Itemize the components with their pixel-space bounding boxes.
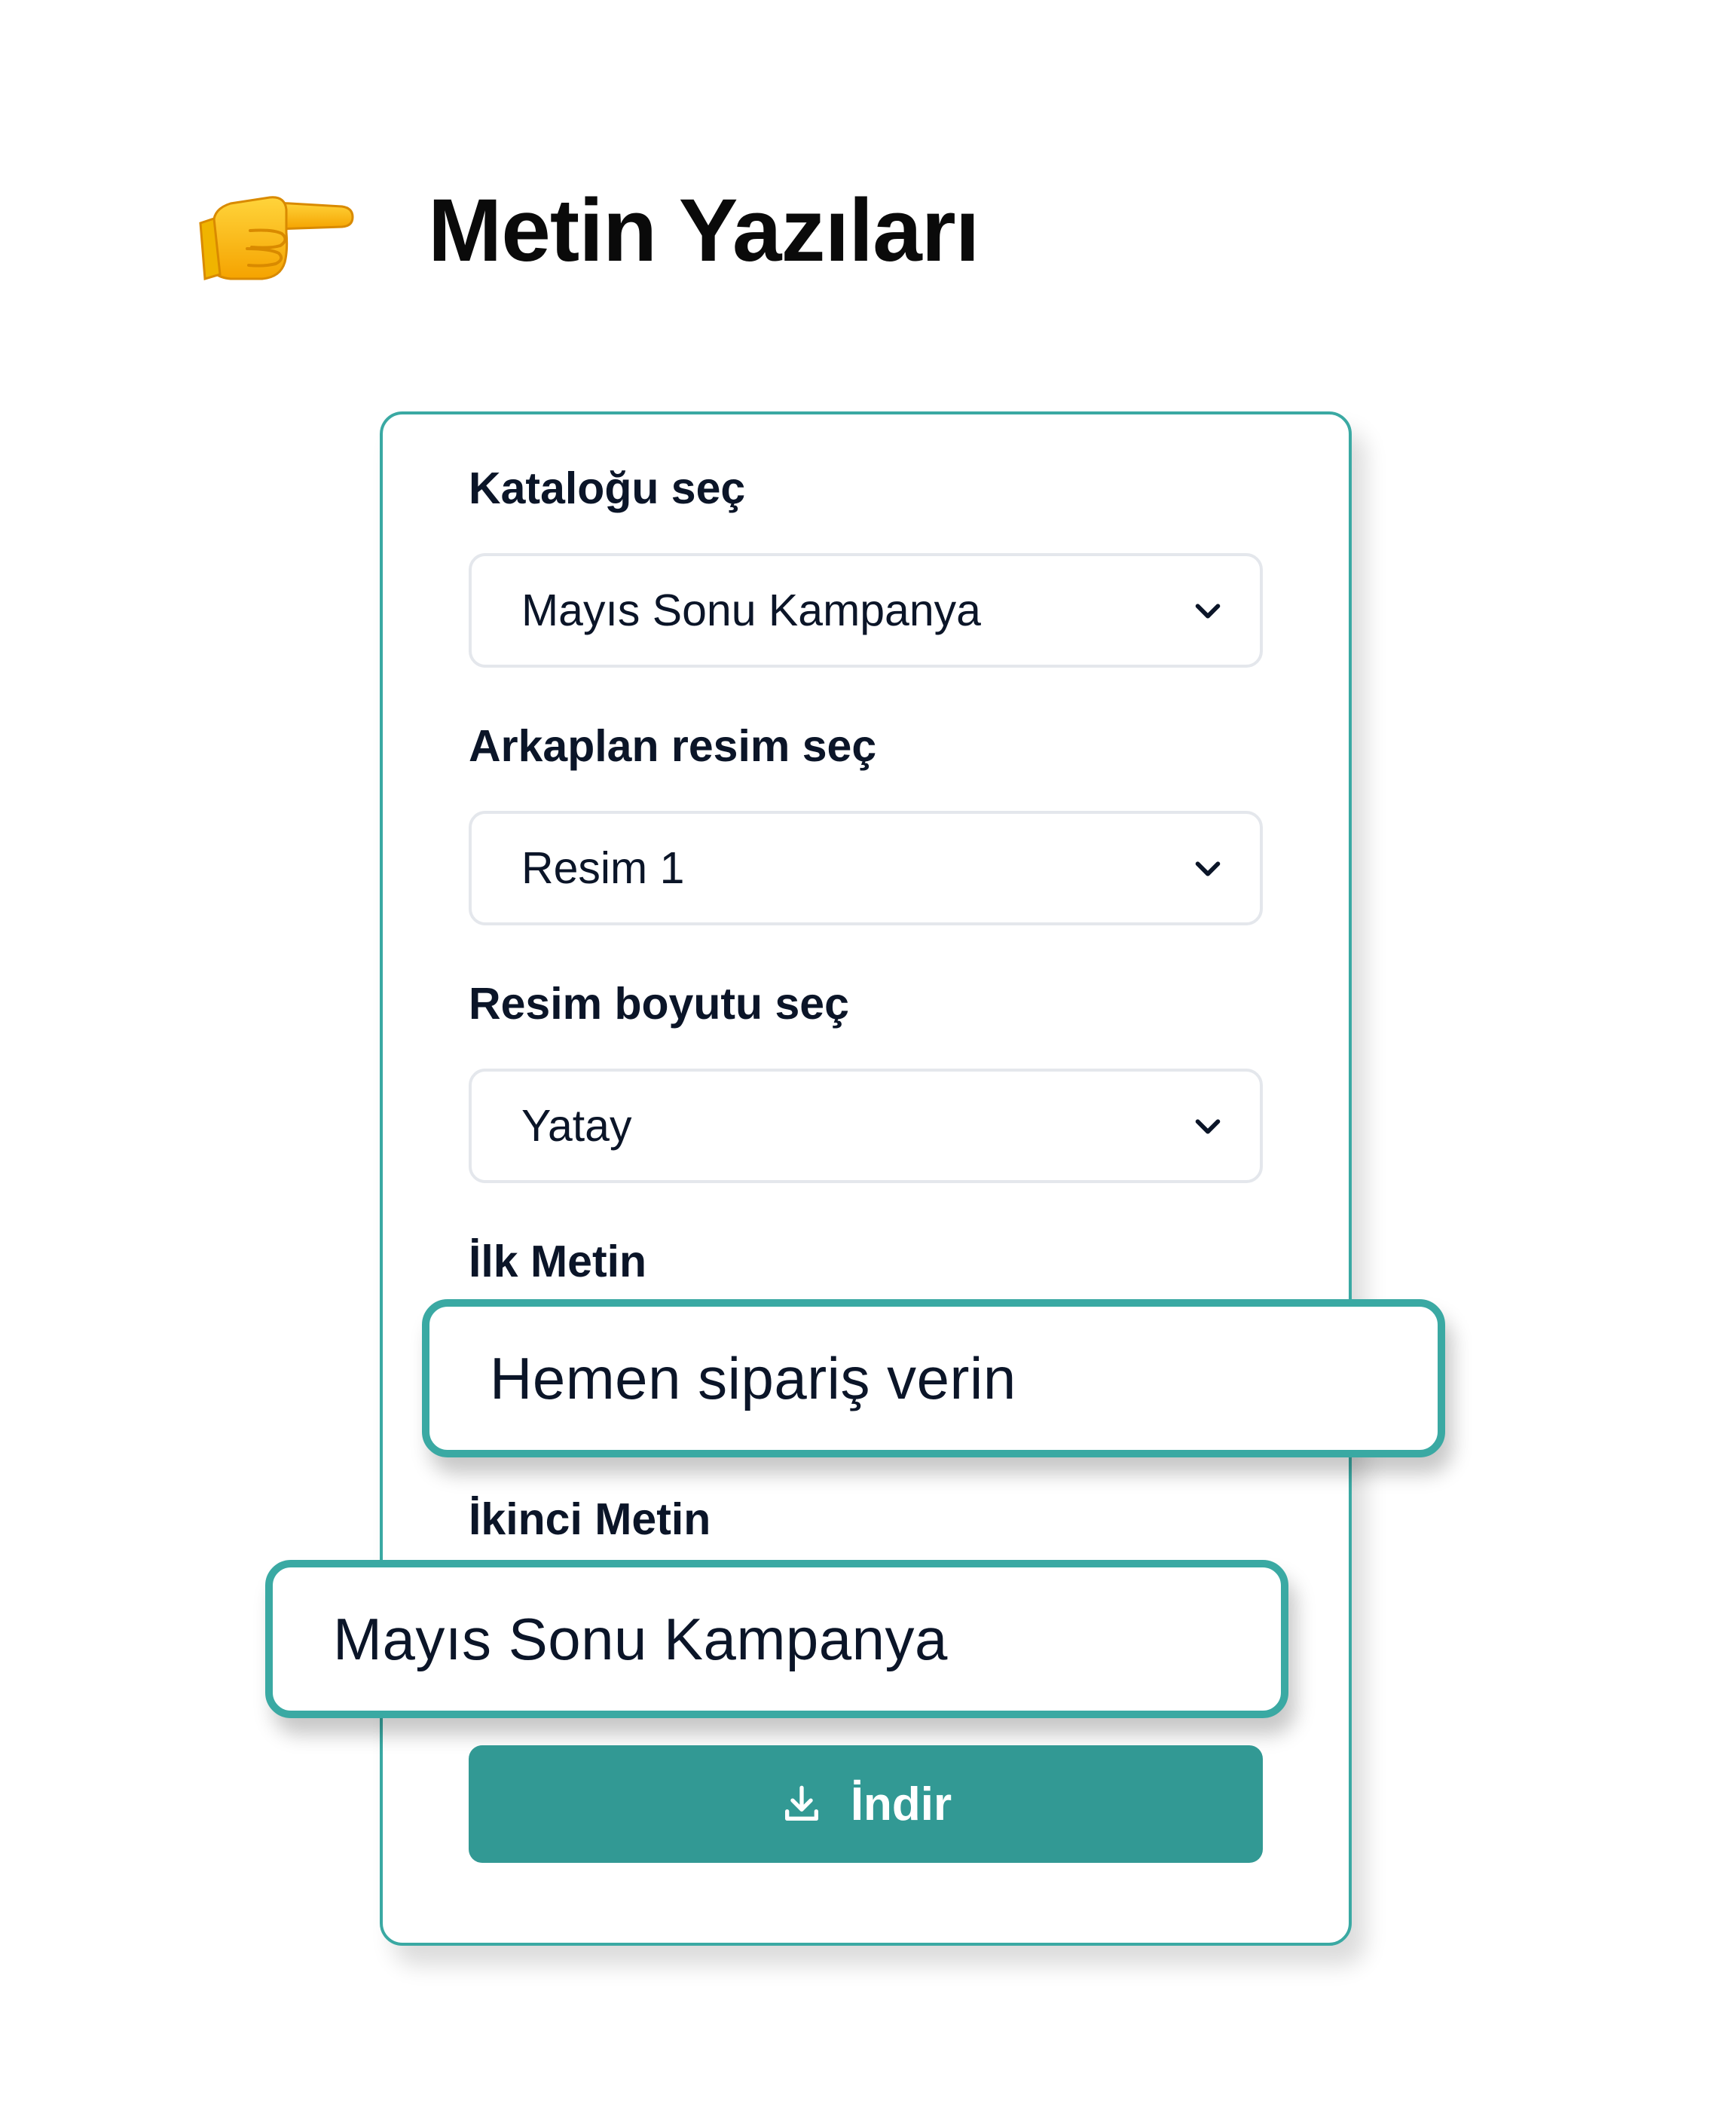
- image-size-select-value: Yatay: [521, 1101, 632, 1151]
- download-button[interactable]: İndir: [469, 1745, 1263, 1863]
- catalog-select[interactable]: Mayıs Sonu Kampanya: [469, 553, 1263, 668]
- second-text-input[interactable]: Mayıs Sonu Kampanya: [265, 1560, 1288, 1718]
- page-title: Metin Yazıları: [428, 181, 980, 280]
- background-image-select[interactable]: Resim 1: [469, 811, 1263, 925]
- download-button-label: İndir: [850, 1778, 952, 1830]
- image-size-label: Resim boyutu seç: [469, 979, 849, 1029]
- chevron-down-icon: [1195, 1119, 1221, 1134]
- catalog-label: Kataloğu seç: [469, 463, 746, 513]
- pointing-hand-icon: [199, 196, 354, 280]
- image-size-select[interactable]: Yatay: [469, 1069, 1263, 1183]
- background-image-select-value: Resim 1: [521, 843, 685, 893]
- page-header: Metin Yazıları: [197, 170, 980, 291]
- first-text-value: Hemen sipariş verin: [490, 1344, 1016, 1411]
- chevron-down-icon: [1195, 861, 1221, 876]
- second-text-value: Mayıs Sonu Kampanya: [333, 1605, 948, 1672]
- background-image-label: Arkaplan resim seç: [469, 721, 877, 771]
- first-text-label: İlk Metin: [469, 1237, 647, 1286]
- first-text-input[interactable]: Hemen sipariş verin: [422, 1299, 1445, 1457]
- catalog-select-value: Mayıs Sonu Kampanya: [521, 586, 981, 635]
- download-icon: [784, 1785, 818, 1821]
- second-text-label: İkinci Metin: [469, 1494, 711, 1544]
- chevron-down-icon: [1195, 604, 1221, 619]
